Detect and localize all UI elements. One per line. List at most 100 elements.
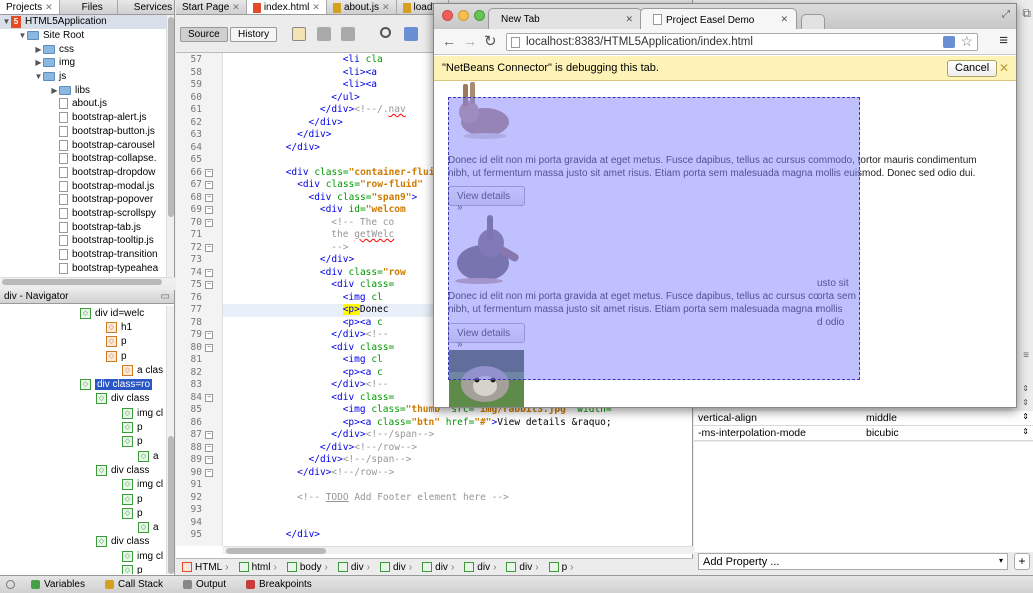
navigator-item[interactable]: ◇ p bbox=[0, 435, 168, 449]
expanded-triangle-icon[interactable]: ▼ bbox=[18, 31, 27, 40]
scroll-thumb[interactable] bbox=[2, 279, 162, 285]
forward-icon[interactable] bbox=[341, 27, 355, 41]
property-value[interactable]: middle bbox=[866, 412, 897, 424]
navigator-item[interactable]: ◇ p bbox=[0, 349, 168, 363]
close-icon[interactable]: ✕ bbox=[625, 14, 633, 25]
scroll-thumb[interactable] bbox=[226, 548, 326, 554]
close-icon[interactable]: ✕ bbox=[312, 2, 320, 13]
add-property-combo[interactable]: Add Property ... ▾ bbox=[698, 553, 1008, 570]
collapsed-triangle-icon[interactable]: ▶ bbox=[50, 86, 59, 95]
file-tree-item[interactable]: bootstrap-typeahea bbox=[0, 261, 168, 275]
navigator-item[interactable]: ◇ div class=ro bbox=[0, 377, 168, 391]
navigator-item[interactable]: ◇ img cl bbox=[0, 478, 168, 492]
browser-tab-easel-demo[interactable]: Project Easel Demo ✕ bbox=[640, 8, 797, 29]
file-tree-item[interactable]: bootstrap-alert.js bbox=[0, 111, 168, 125]
tab-start-page[interactable]: Start Page ✕ bbox=[176, 0, 247, 14]
breadcrumb-item[interactable]: div › bbox=[378, 562, 418, 573]
folder-tree-item[interactable]: ▶ libs bbox=[0, 83, 168, 97]
minimized-group-icon[interactable] bbox=[0, 580, 21, 589]
last-edit-icon[interactable] bbox=[292, 27, 306, 41]
navigator-item[interactable]: ◇ div id=welc bbox=[0, 306, 168, 320]
breadcrumb-item[interactable]: div › bbox=[504, 562, 544, 573]
code-line[interactable] bbox=[223, 479, 673, 492]
close-icon[interactable]: ✕ bbox=[780, 14, 788, 25]
fold-toggle-icon[interactable]: − bbox=[205, 393, 213, 402]
source-button[interactable]: Source bbox=[180, 27, 228, 42]
navigator-item[interactable]: ◇ h1 bbox=[0, 320, 168, 334]
collapsed-triangle-icon[interactable]: ▶ bbox=[34, 58, 43, 67]
navigator-item[interactable]: ◇ img cl bbox=[0, 406, 168, 420]
navigator-item[interactable]: ◇ p bbox=[0, 335, 168, 349]
navigator-item[interactable]: ◇ a clas bbox=[0, 363, 168, 377]
forward-arrow-icon[interactable]: → bbox=[463, 33, 477, 49]
scroll-arrows-icon[interactable]: ≡ bbox=[1023, 350, 1029, 361]
add-property-button[interactable]: + bbox=[1014, 553, 1030, 570]
minimize-icon[interactable]: ▭ bbox=[161, 291, 170, 302]
code-line[interactable]: </div><!--/span--> bbox=[223, 429, 673, 442]
code-line[interactable]: <!-- TODO Add Footer element here --> bbox=[223, 492, 673, 505]
fold-toggle-icon[interactable]: − bbox=[205, 456, 213, 464]
cancel-button[interactable]: Cancel bbox=[947, 60, 998, 77]
fold-toggle-icon[interactable]: − bbox=[205, 193, 213, 202]
code-line[interactable]: <p><a class="btn" href="#">View details … bbox=[223, 417, 673, 430]
expanded-triangle-icon[interactable]: ▼ bbox=[34, 72, 43, 81]
navigator-item[interactable]: ◇ div class bbox=[0, 463, 168, 477]
tab-projects[interactable]: Projects ✕ bbox=[0, 0, 60, 14]
fold-toggle-icon[interactable]: − bbox=[205, 168, 213, 177]
folder-tree-item[interactable]: ▼ Site Root bbox=[0, 29, 168, 43]
file-tree-item[interactable]: bootstrap-popover bbox=[0, 193, 168, 207]
sort-icon[interactable]: ⇕ bbox=[1022, 398, 1029, 407]
navigator-item[interactable]: ◇ p bbox=[0, 506, 168, 520]
fold-toggle-icon[interactable]: − bbox=[205, 443, 213, 452]
navigator-item[interactable]: ◇ a bbox=[0, 449, 168, 463]
navigator-item[interactable]: ◇ p bbox=[0, 563, 168, 574]
call-stack-button[interactable]: Call Stack bbox=[95, 579, 173, 590]
find-icon[interactable] bbox=[380, 27, 391, 38]
navigator-item[interactable]: ◇ img cl bbox=[0, 549, 168, 563]
file-tree-item[interactable]: bootstrap-collapse. bbox=[0, 152, 168, 166]
code-line[interactable]: </div> bbox=[223, 529, 673, 542]
collapsed-triangle-icon[interactable]: ▶ bbox=[34, 45, 43, 54]
tab-index-html[interactable]: index.html ✕ bbox=[246, 0, 327, 14]
folder-tree-item[interactable]: ▶ img bbox=[0, 56, 168, 70]
back-icon[interactable] bbox=[317, 27, 331, 41]
project-tree-hscrollbar[interactable] bbox=[0, 277, 175, 285]
fold-toggle-icon[interactable]: − bbox=[205, 431, 213, 439]
file-tree-item[interactable]: bootstrap-carousel bbox=[0, 138, 168, 152]
find-previous-icon[interactable] bbox=[404, 27, 418, 41]
file-tree-item[interactable]: bootstrap-tooltip.js bbox=[0, 234, 168, 248]
close-icon[interactable]: ✕ bbox=[45, 2, 53, 13]
navigator-item[interactable]: ◇ a bbox=[0, 520, 168, 534]
dropdown-arrow-icon[interactable]: ▾ bbox=[999, 556, 1003, 565]
fullscreen-icon[interactable]: ⤢ bbox=[1002, 9, 1010, 20]
close-icon[interactable]: ✕ bbox=[382, 2, 390, 13]
fold-toggle-icon[interactable]: − bbox=[205, 268, 213, 277]
fold-toggle-icon[interactable]: − bbox=[205, 343, 213, 352]
breakpoints-button[interactable]: Breakpoints bbox=[236, 579, 322, 590]
scroll-thumb[interactable] bbox=[168, 436, 174, 574]
tab-services[interactable]: Services bbox=[118, 0, 184, 14]
fold-toggle-icon[interactable]: − bbox=[205, 331, 213, 339]
file-tree-item[interactable]: bootstrap-button.js bbox=[0, 125, 168, 139]
breadcrumb-item[interactable]: html › bbox=[237, 562, 283, 573]
navigator-item[interactable]: ◇ div class bbox=[0, 392, 168, 406]
minimize-window-icon[interactable] bbox=[458, 10, 469, 21]
history-button[interactable]: History bbox=[230, 27, 278, 42]
restore-icon[interactable]: ⧉ bbox=[1022, 6, 1031, 21]
navigator-item[interactable]: ◇ p bbox=[0, 492, 168, 506]
expanded-triangle-icon[interactable]: ▼ bbox=[2, 17, 11, 26]
file-tree-item[interactable]: bootstrap-transition bbox=[0, 248, 168, 262]
variables-button[interactable]: Variables bbox=[21, 579, 95, 590]
file-tree-item[interactable]: bootstrap-scrollspy bbox=[0, 207, 168, 221]
bookmark-star-icon[interactable]: ☆ bbox=[960, 33, 973, 50]
breadcrumb-item[interactable]: div › bbox=[462, 562, 502, 573]
close-window-icon[interactable] bbox=[442, 10, 453, 21]
sort-icon[interactable]: ⇕ bbox=[1022, 384, 1029, 393]
browser-tab-new-tab[interactable]: New Tab ✕ bbox=[488, 8, 642, 29]
breadcrumb-item[interactable]: HTML › bbox=[180, 562, 235, 573]
scroll-thumb[interactable] bbox=[168, 17, 174, 217]
navigator-item[interactable]: ◇ p bbox=[0, 420, 168, 434]
file-tree-item[interactable]: bootstrap-tab.js bbox=[0, 220, 168, 234]
navigator-item[interactable]: ◇ div class bbox=[0, 535, 168, 549]
code-line[interactable]: </div><!--/row--> bbox=[223, 442, 673, 455]
